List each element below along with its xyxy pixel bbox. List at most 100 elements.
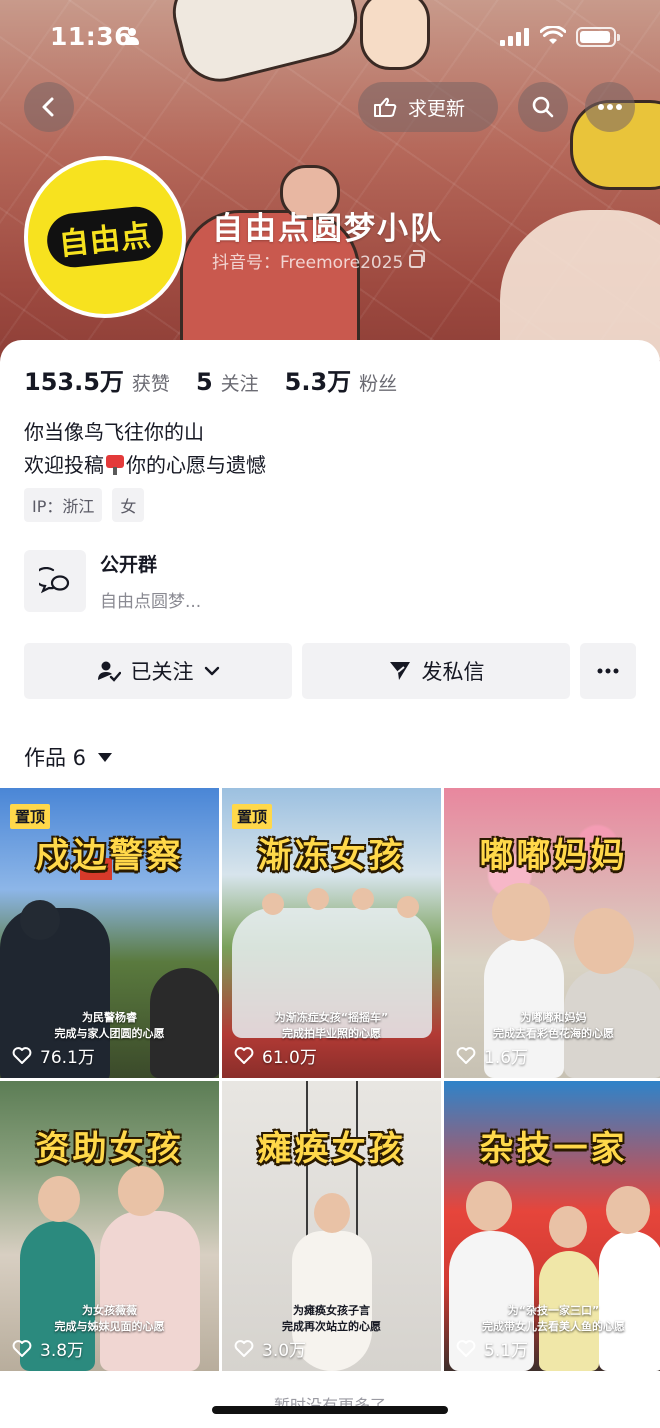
heart-icon [12, 1046, 32, 1064]
person-icon [124, 28, 140, 46]
video-caption: 为女孩薇薇 完成与姊妹见面的心愿 [0, 1303, 219, 1335]
signal-icon [500, 28, 530, 46]
user-check-icon [97, 661, 121, 682]
battery-icon [576, 27, 620, 47]
heart-icon [12, 1339, 32, 1357]
caption-line: 为嘟嘟和妈妈 [520, 1011, 587, 1024]
video-grid: 置顶 戍边警察 为民警杨睿完成与家人团圆的心愿 76.1万 置顶 渐冻女孩 为渐… [0, 788, 660, 1371]
likes-count: 3.0万 [262, 1341, 307, 1361]
heart-icon [456, 1339, 476, 1357]
video-thumbnail[interactable]: 资助女孩 为女孩薇薇 完成与姊妹见面的心愿 3.8万 [0, 1081, 219, 1371]
likes-count: 1.6万 [484, 1048, 529, 1068]
figure-shape [307, 888, 329, 910]
likes-count: 3.8万 [40, 1341, 85, 1361]
mailbox-icon [106, 455, 124, 475]
video-likes: 61.0万 [234, 1043, 317, 1068]
ip-location-tag: IP：浙江 [24, 488, 103, 522]
figure-shape [606, 1186, 650, 1234]
followed-label: 已关注 [130, 660, 194, 684]
figure-shape [38, 1176, 80, 1222]
figure-shape [352, 888, 374, 910]
caption-line: 完成与姊妹见面的心愿 [54, 1320, 165, 1333]
profile-name: 自由点圆梦小队 [212, 211, 443, 247]
figure-shape [599, 1231, 660, 1371]
bio-text: 欢迎投稿 [24, 453, 104, 477]
video-title: 嘟嘟妈妈 [479, 836, 628, 876]
douyin-id: 抖音号：Freemore2025 [212, 253, 404, 273]
figure-shape [118, 1166, 164, 1216]
group-subtitle: 自由点圆梦... [100, 592, 202, 612]
followed-button[interactable]: 已关注 [24, 643, 292, 699]
video-caption: 为民警杨睿完成与家人团圆的心愿 [0, 1010, 219, 1042]
request-update-button[interactable]: 求更新 [358, 82, 498, 132]
more-options-button[interactable] [585, 82, 635, 132]
caption-line: 完成与家人团圆的心愿 [54, 1027, 165, 1040]
search-button[interactable] [518, 82, 568, 132]
bio: 你当像鸟飞往你的山 欢迎投稿 你的心愿与遗憾 [24, 416, 266, 482]
caption-line: 为渐冻症女孩“摇摇车” [274, 1011, 389, 1024]
figure-shape [549, 1206, 587, 1248]
following-label[interactable]: 关注 [221, 369, 259, 396]
caption-line: 完成带女儿去看美人鱼的心愿 [482, 1320, 625, 1333]
video-title: 戍边警察 [35, 836, 184, 876]
home-indicator[interactable] [212, 1406, 448, 1414]
video-likes: 3.8万 [12, 1336, 84, 1361]
pinned-badge: 置顶 [232, 804, 273, 829]
profile-card: 153.5万 获赞 5 关注 5.3万 粉丝 你当像鸟飞往你的山 欢迎投稿 你的心… [0, 340, 660, 1428]
video-thumbnail[interactable]: 瘫痪女孩 为瘫痪女孩子言 完成再次站立的心愿 3.0万 [222, 1081, 441, 1371]
status-bar: 11:36 [0, 0, 660, 74]
figure-shape [492, 883, 550, 941]
video-caption: 为嘟嘟和妈妈完成去看彩色花海的心愿 [444, 1010, 660, 1042]
profile-actions: 已关注 发私信 [24, 643, 636, 699]
video-thumbnail[interactable]: 杂技一家 为“杂技一家三口” 完成带女儿去看美人鱼的心愿 5.1万 [444, 1081, 660, 1371]
video-thumbnail[interactable]: 嘟嘟妈妈 为嘟嘟和妈妈完成去看彩色花海的心愿 1.6万 [444, 788, 660, 1078]
avatar[interactable]: 自由点 [24, 156, 186, 318]
send-icon [389, 662, 410, 680]
chevron-left-icon [42, 97, 54, 117]
bio-line: 你当像鸟飞往你的山 [24, 420, 204, 444]
following-count[interactable]: 5 [196, 368, 213, 396]
copy-icon [409, 249, 426, 268]
fans-label[interactable]: 粉丝 [359, 369, 397, 396]
chat-group-icon [24, 550, 86, 612]
group-title: 公开群 [100, 554, 158, 576]
more-actions-button[interactable] [580, 643, 636, 699]
heart-icon [234, 1339, 254, 1357]
bio-text: 你的心愿与遗憾 [126, 453, 266, 477]
caption-line: 为“杂技一家三口” [507, 1304, 600, 1317]
search-icon [532, 96, 554, 118]
works-tab[interactable]: 作品 6 [24, 742, 113, 772]
public-group-entry[interactable]: 公开群 自由点圆梦... [24, 550, 201, 612]
video-thumbnail[interactable]: 置顶 戍边警察 为民警杨睿 完成与家人团圆的心愿 76.1万 [0, 788, 219, 1078]
video-caption: 为渐冻症女孩“摇摇车” 完成拍毕业照的心愿 [222, 1010, 441, 1042]
video-title: 渐冻女孩 [257, 836, 406, 876]
video-caption: 为瘫痪女孩子言 完成再次站立的心愿 [222, 1303, 441, 1335]
douyin-id-row[interactable]: 抖音号：Freemore2025 [212, 248, 426, 273]
back-button[interactable] [24, 82, 74, 132]
figure-shape [574, 908, 634, 974]
likes-count: 5.1万 [484, 1341, 529, 1361]
caption-line: 为民警杨睿 [82, 1011, 137, 1024]
fans-count[interactable]: 5.3万 [285, 362, 352, 397]
likes-count: 153.5万 [24, 368, 124, 396]
caret-down-icon [98, 752, 113, 762]
video-caption: 为“杂技一家三口” 完成带女儿去看美人鱼的心愿 [444, 1303, 660, 1335]
profile-tags: IP：浙江 女 [24, 488, 145, 522]
caption-line: 完成再次站立的心愿 [282, 1320, 381, 1333]
send-message-label: 发私信 [421, 660, 485, 684]
video-thumbnail[interactable]: 置顶 渐冻女孩 为渐冻症女孩“摇摇车” 完成拍毕业照的心愿 61.0万 [222, 788, 441, 1078]
more-dots-icon [597, 668, 619, 674]
figure-shape [466, 1181, 512, 1231]
likes-label: 获赞 [131, 373, 170, 395]
caption-line: 完成去看彩色花海的心愿 [493, 1027, 614, 1040]
heart-icon [456, 1046, 476, 1064]
bio-line: 欢迎投稿 你的心愿与遗憾 [24, 449, 266, 482]
send-message-button[interactable]: 发私信 [302, 643, 570, 699]
chevron-down-icon [204, 666, 219, 676]
profile-stats: 153.5万 获赞 5 关注 5.3万 粉丝 [24, 362, 423, 397]
video-likes: 1.6万 [456, 1043, 528, 1068]
figure-shape [262, 893, 284, 915]
likes-count: 76.1万 [40, 1048, 95, 1068]
wifi-icon [540, 26, 566, 44]
video-title: 杂技一家 [479, 1129, 628, 1169]
